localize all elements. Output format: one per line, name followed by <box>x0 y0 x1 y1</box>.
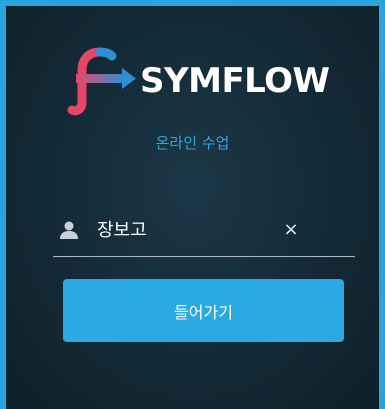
login-panel: SYMFLOW 온라인 수업 × 들어가기 <box>6 6 379 409</box>
user-icon <box>60 221 78 239</box>
name-input[interactable] <box>97 214 297 244</box>
page-subtitle: 온라인 수업 <box>155 134 230 152</box>
name-field: × <box>53 204 355 257</box>
brand-name: SYMFLOW <box>140 61 330 101</box>
enter-button[interactable]: 들어가기 <box>63 279 344 342</box>
brand-logo: SYMFLOW <box>66 44 346 116</box>
symflow-logo-icon <box>67 47 136 116</box>
close-icon[interactable]: × <box>279 218 303 242</box>
